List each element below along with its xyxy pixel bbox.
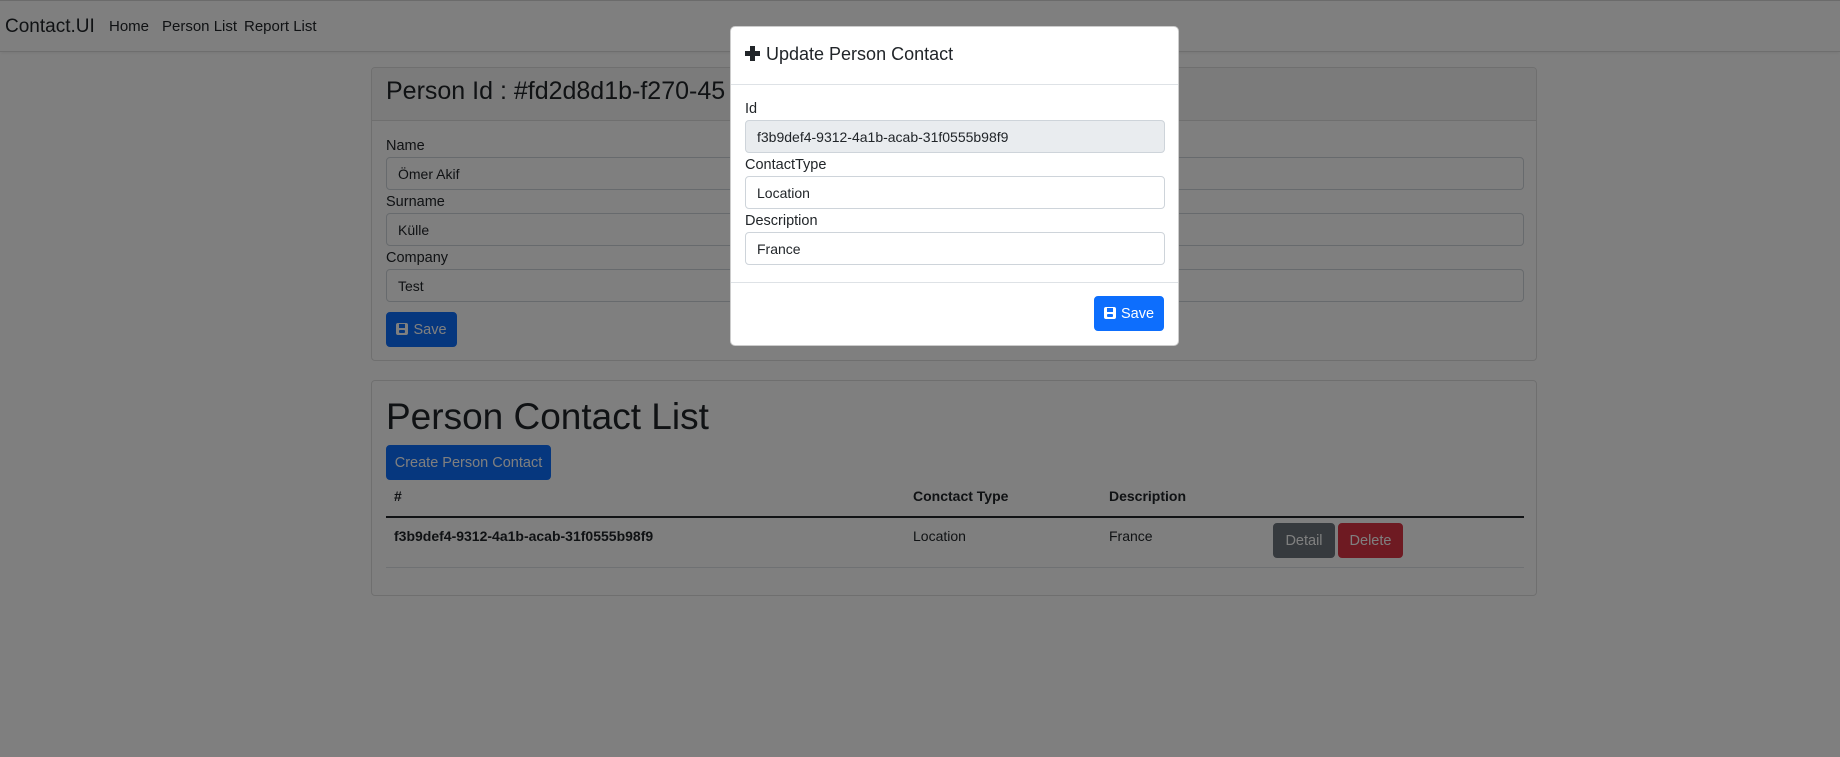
modal-id-label: Id	[745, 101, 758, 117]
modal-description-input[interactable]: France	[745, 232, 1165, 265]
modal-footer: Save	[731, 282, 1178, 347]
modal-save-button[interactable]: Save	[1094, 296, 1164, 331]
modal-contact-type-input[interactable]: Location	[745, 176, 1165, 209]
modal-save-label: Save	[1120, 306, 1155, 322]
update-contact-modal: Update Person Contact Id f3b9def4-9312-4…	[730, 26, 1179, 346]
modal-contact-type-label: ContactType	[745, 157, 827, 173]
plus-icon	[745, 46, 760, 61]
modal-description-label: Description	[745, 213, 818, 229]
modal-title: Update Person Contact	[745, 44, 953, 65]
modal-title-text: Update Person Contact	[766, 44, 954, 64]
modal-header: Update Person Contact	[731, 27, 1178, 85]
save-icon	[1103, 307, 1116, 319]
modal-id-input[interactable]: f3b9def4-9312-4a1b-acab-31f0555b98f9	[745, 120, 1165, 153]
